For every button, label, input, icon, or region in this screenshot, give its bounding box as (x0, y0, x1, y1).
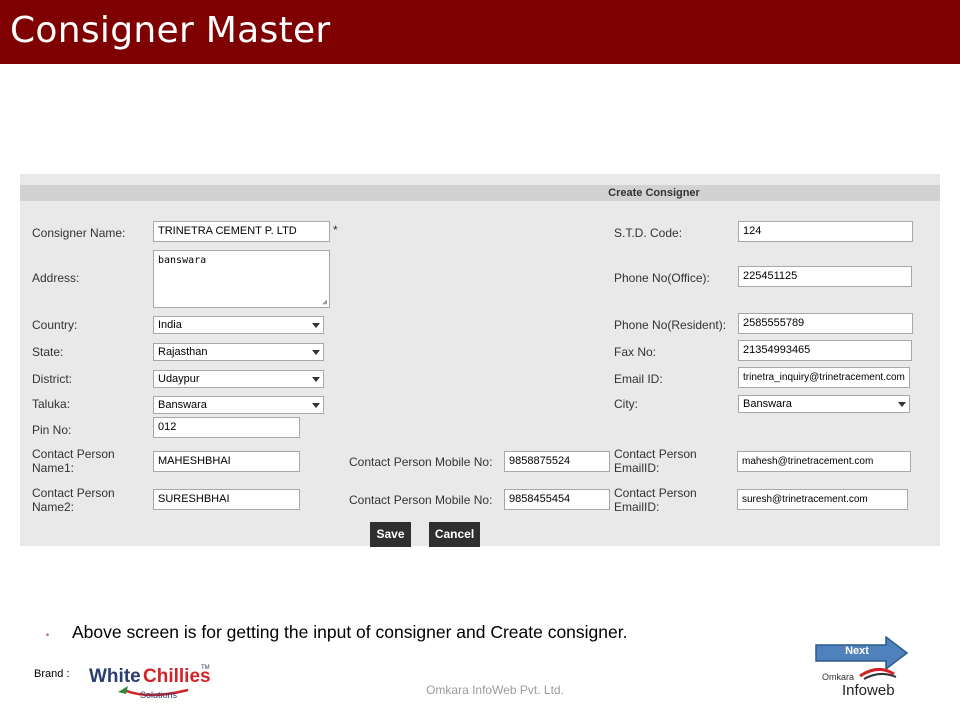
next-button[interactable]: Next (834, 645, 880, 657)
fax-input[interactable]: 21354993465 (738, 340, 912, 361)
title-bar: Consigner Master (0, 0, 960, 64)
contact1-name-label: Contact Person Name1: (32, 447, 115, 475)
country-label: Country: (32, 318, 78, 332)
svg-text:Infoweb: Infoweb (842, 682, 895, 698)
slide-bullet: Above screen is for getting the input of… (72, 622, 628, 642)
form-screenshot: Create Consigner Consigner Name: TRINETR… (20, 174, 940, 547)
contact2-name-label-line1: Contact Person (32, 486, 115, 500)
cancel-button[interactable]: Cancel (429, 522, 480, 547)
contact2-name-label-line2: Name2: (32, 500, 75, 514)
phone-resident-input[interactable]: 2585555789 (738, 313, 913, 334)
city-label: City: (614, 397, 638, 411)
address-textarea[interactable]: banswara ◢ (153, 250, 330, 308)
slide-title: Consigner Master (10, 10, 331, 51)
save-button[interactable]: Save (370, 522, 411, 547)
contact2-email-input[interactable]: suresh@trinetracement.com (737, 489, 908, 510)
taluka-select[interactable]: Banswara (153, 396, 324, 414)
contact1-email-label: Contact Person EmailID: (614, 447, 697, 475)
bullet-icon: • (46, 630, 50, 640)
country-select[interactable]: India (153, 316, 324, 334)
contact2-name-label: Contact Person Name2: (32, 486, 115, 514)
resize-grip-icon[interactable]: ◢ (322, 298, 327, 306)
required-mark: * (333, 223, 338, 237)
address-value: banswara (158, 255, 207, 266)
state-value: Rajasthan (158, 346, 208, 358)
svg-text:Omkara: Omkara (822, 672, 854, 682)
district-value: Udaypur (158, 373, 200, 385)
contact2-email-label: Contact Person EmailID: (614, 486, 697, 514)
fax-label: Fax No: (614, 345, 657, 359)
contact1-email-label-line1: Contact Person (614, 447, 697, 461)
chevron-down-icon (898, 402, 906, 407)
taluka-label: Taluka: (32, 397, 71, 411)
pin-input[interactable]: 012 (153, 417, 300, 438)
std-code-input[interactable]: 124 (738, 221, 913, 242)
contact2-email-label-line2: EmailID: (614, 500, 660, 514)
svg-text:TM: TM (201, 665, 210, 671)
contact1-email-input[interactable]: mahesh@trinetracement.com (737, 451, 911, 472)
address-label: Address: (32, 271, 80, 285)
country-value: India (158, 319, 182, 331)
chevron-down-icon (312, 323, 320, 328)
contact2-mobile-input[interactable]: 9858455454 (504, 489, 610, 510)
contact1-name-label-line1: Contact Person (32, 447, 115, 461)
phone-resident-label: Phone No(Resident): (614, 318, 727, 332)
state-label: State: (32, 345, 64, 359)
phone-office-label: Phone No(Office): (614, 271, 710, 285)
email-input[interactable]: trinetra_inquiry@trinetracement.com (738, 367, 910, 388)
chevron-down-icon (312, 350, 320, 355)
consigner-name-label: Consigner Name: (32, 226, 126, 240)
district-select[interactable]: Udaypur (153, 370, 324, 388)
contact2-name-input[interactable]: SURESHBHAI (153, 489, 300, 510)
contact2-mobile-label: Contact Person Mobile No: (349, 493, 493, 507)
form-header: Create Consigner (20, 185, 940, 201)
pin-label: Pin No: (32, 423, 72, 437)
chevron-down-icon (312, 403, 320, 408)
contact1-email-label-line2: EmailID: (614, 461, 660, 475)
district-label: District: (32, 372, 72, 386)
omkara-infoweb-logo: Omkara Infoweb (822, 668, 897, 698)
state-select[interactable]: Rajasthan (153, 343, 324, 361)
contact1-name-input[interactable]: MAHESHBHAI (153, 451, 300, 472)
footer-company: Omkara InfoWeb Pvt. Ltd. (426, 683, 564, 697)
email-label: Email ID: (614, 372, 663, 386)
consigner-name-input[interactable]: TRINETRA CEMENT P. LTD (153, 221, 330, 242)
city-value: Banswara (743, 398, 792, 410)
contact2-email-label-line1: Contact Person (614, 486, 697, 500)
chevron-down-icon (312, 377, 320, 382)
contact1-mobile-label: Contact Person Mobile No: (349, 455, 493, 469)
contact1-name-label-line2: Name1: (32, 461, 75, 475)
std-code-label: S.T.D. Code: (614, 226, 683, 240)
phone-office-input[interactable]: 225451125 (738, 266, 912, 287)
contact1-mobile-input[interactable]: 9858875524 (504, 451, 610, 472)
form-header-text: Create Consigner (608, 187, 700, 199)
brand-label: Brand : (34, 668, 70, 680)
taluka-value: Banswara (158, 399, 207, 411)
city-select[interactable]: Banswara (738, 395, 910, 413)
